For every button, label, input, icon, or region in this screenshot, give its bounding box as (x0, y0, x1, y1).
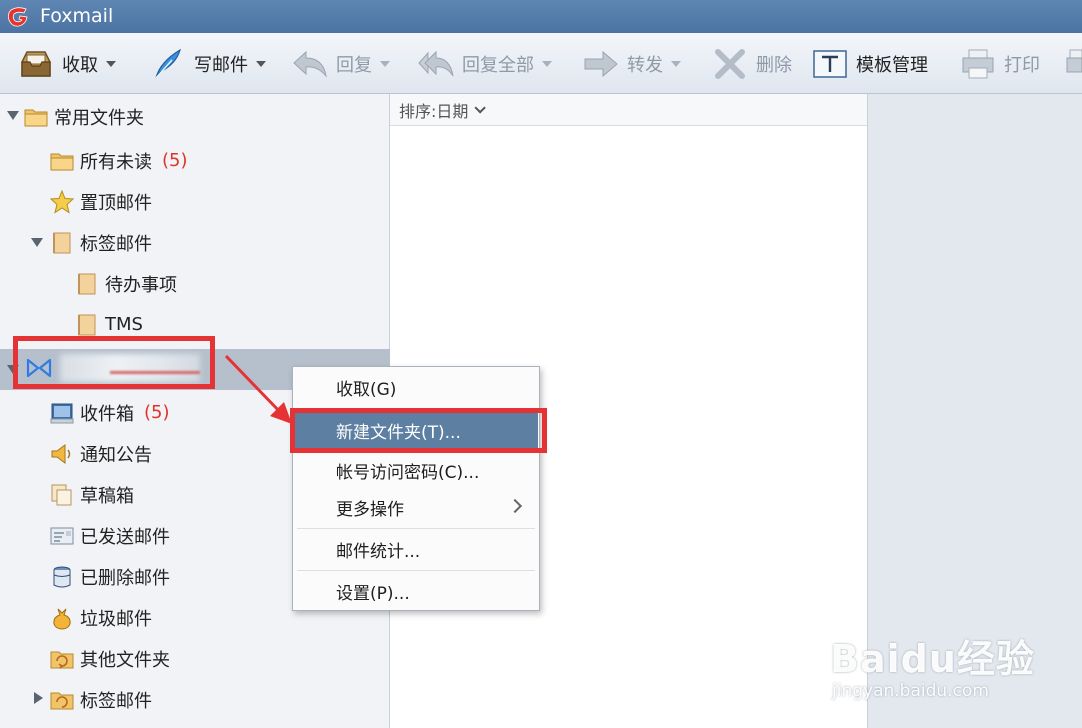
forward-dropdown-caret[interactable] (671, 61, 681, 67)
sidebar-item-label: 置顶邮件 (80, 192, 152, 214)
overflow-printer-icon (1066, 49, 1082, 73)
compose-dropdown-caret[interactable] (256, 61, 266, 67)
sidebar-item-label: 标签邮件 (80, 233, 152, 255)
menu-separator (297, 528, 535, 529)
menu-item-account-password[interactable]: 帐号访问密码(C)... (294, 452, 538, 489)
receive-label: 收取 (62, 55, 98, 76)
foxmail-logo (7, 7, 28, 27)
menu-item-label: 设置(P)... (336, 584, 410, 604)
reply-label: 回复 (336, 55, 372, 76)
toolbar: 收取 写邮件 回复 回复全部 转发 删除 模板管理 打印 (0, 33, 1082, 94)
menu-separator (297, 570, 535, 571)
drafts-icon (51, 484, 72, 505)
sidebar-item-tagged[interactable]: 标签邮件 (50, 222, 380, 263)
forward-arrow-icon (584, 50, 618, 78)
templates-label: 模板管理 (856, 55, 928, 76)
expand-toggle-tagged[interactable] (31, 238, 43, 247)
menu-item-label: 邮件统计... (336, 542, 421, 562)
sidebar-item-label: 草稿箱 (80, 485, 134, 507)
folder-icon (24, 109, 48, 126)
sidebar-item-label: 所有未读 (80, 151, 152, 173)
annotation-arrow (224, 354, 292, 424)
printer-icon (962, 49, 994, 79)
compose-label: 写邮件 (194, 55, 248, 76)
sidebar-item-pinned[interactable]: 置顶邮件 (50, 181, 380, 222)
sort-label: 排序:日期 (399, 101, 469, 121)
baidu-watermark: Baidu经验 jingyan.baidu.com (830, 628, 1035, 701)
reply-all-dropdown-caret[interactable] (542, 61, 552, 67)
app-title: Foxmail (40, 5, 114, 27)
template-t-icon (813, 50, 847, 78)
compose-button[interactable]: 写邮件 (150, 45, 266, 83)
watermark-main: Baidu经验 (830, 637, 1035, 681)
reply-arrow-icon (293, 50, 327, 78)
forward-button[interactable]: 转发 (583, 45, 681, 83)
junk-bag-icon (53, 608, 71, 630)
chevron-down-icon (474, 101, 487, 114)
chevron-right-icon (507, 498, 523, 514)
expand-toggle-tagged2[interactable] (34, 692, 43, 704)
templates-button[interactable]: 模板管理 (812, 45, 928, 83)
menu-item-receive[interactable]: 收取(G) (294, 369, 538, 406)
inbox-monitor-icon (50, 403, 74, 423)
tag-folder-icon (78, 273, 96, 294)
menu-item-label: 帐号访问密码(C)... (336, 463, 480, 483)
sidebar-item-label: 已删除邮件 (80, 567, 170, 589)
inbox-count-badge: (5) (144, 402, 170, 423)
sidebar-item-label: 收件箱 (80, 403, 134, 425)
sidebar-item-label: 待办事项 (105, 274, 177, 296)
menu-item-more-actions[interactable]: 更多操作 (294, 489, 538, 526)
title-bar: Foxmail (0, 0, 1082, 33)
menu-item-label: 更多操作 (336, 500, 404, 520)
sidebar-item-other-folders[interactable]: 其他文件夹 (50, 638, 380, 679)
sent-icon (50, 527, 74, 544)
context-menu: 收取(G) 新建文件夹(T)... 帐号访问密码(C)... 更多操作 邮件统计… (292, 366, 540, 611)
menu-item-label: 收取(G) (336, 380, 397, 400)
star-icon (50, 189, 74, 214)
menu-item-settings[interactable]: 设置(P)... (294, 573, 538, 610)
reply-all-button[interactable]: 回复全部 (418, 45, 552, 83)
expand-toggle-common[interactable] (7, 111, 19, 120)
receive-dropdown-caret[interactable] (106, 61, 116, 67)
sidebar-item-todo[interactable]: 待办事项 (75, 263, 375, 304)
sidebar-item-all-unread[interactable]: 所有未读 (5) (50, 140, 380, 181)
receive-button[interactable]: 收取 (18, 45, 116, 83)
sidebar-item-tagged-2[interactable]: 标签邮件 (50, 679, 380, 720)
unread-count-badge: (5) (162, 150, 188, 171)
sort-header[interactable]: 排序:日期 (390, 94, 867, 126)
menu-item-mail-stats[interactable]: 邮件统计... (294, 531, 538, 568)
folder-icon (50, 153, 74, 170)
watermark-sub: jingyan.baidu.com (832, 681, 989, 701)
annotation-box-new-folder (290, 408, 547, 453)
sidebar-item-label: 已发送邮件 (80, 526, 170, 548)
speaker-icon (51, 443, 71, 464)
print-button[interactable]: 打印 (960, 45, 1040, 83)
other-folder-icon (50, 651, 74, 669)
sidebar-item-label: 常用文件夹 (54, 107, 144, 129)
delete-button[interactable]: 删除 (712, 45, 792, 83)
sidebar-item-common-folders[interactable]: 常用文件夹 (24, 96, 384, 137)
forward-label: 转发 (627, 55, 663, 76)
print-label: 打印 (1004, 55, 1040, 76)
reply-dropdown-caret[interactable] (380, 61, 390, 67)
reply-button[interactable]: 回复 (292, 45, 390, 83)
trash-bin-icon (53, 566, 71, 587)
annotation-box-account (13, 336, 215, 389)
tag-folder-icon (53, 232, 71, 253)
feather-pen-icon (155, 48, 181, 79)
sidebar-item-label: 标签邮件 (80, 690, 152, 712)
delete-x-icon (715, 49, 745, 79)
sidebar-item-label: TMS (105, 314, 143, 335)
sidebar-item-label: 垃圾邮件 (80, 608, 152, 630)
reply-all-label: 回复全部 (462, 55, 534, 76)
tag-folder-icon (78, 314, 96, 335)
inbox-tray-icon (21, 51, 51, 77)
sidebar-item-label: 其他文件夹 (80, 649, 170, 671)
reply-all-arrow-icon (418, 50, 454, 77)
delete-label: 删除 (756, 55, 792, 76)
tag-folder-icon (50, 692, 74, 709)
sidebar-item-label: 通知公告 (80, 444, 152, 466)
toolbar-overflow-button[interactable] (1066, 45, 1082, 83)
